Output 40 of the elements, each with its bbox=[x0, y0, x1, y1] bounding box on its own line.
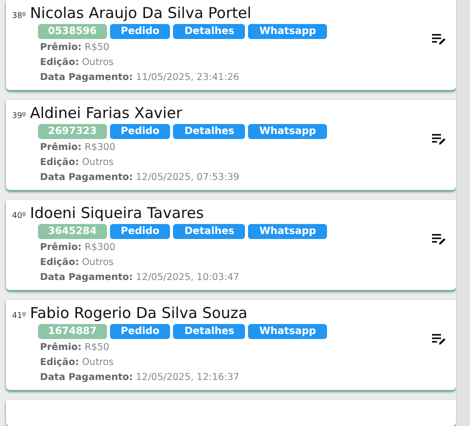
action-button[interactable]: Detalhes bbox=[173, 224, 246, 239]
info-line: Prêmio: R$50 bbox=[40, 41, 110, 54]
info-line: Edição: Outros bbox=[40, 156, 115, 169]
code-badge: 3645284 bbox=[38, 224, 107, 239]
info-line: Prêmio: R$300 bbox=[40, 241, 116, 254]
edit-list-icon[interactable] bbox=[432, 334, 446, 345]
action-button[interactable]: Whatsapp bbox=[248, 24, 328, 39]
info-line: Data Pagamento: 12/05/2025, 12:16:37 bbox=[40, 371, 240, 384]
info-line: Prêmio: R$300 bbox=[40, 141, 116, 154]
entry-name: Nicolas Araujo Da Silva Portel bbox=[30, 4, 252, 22]
info-line: Data Pagamento: 12/05/2025, 10:03:47 bbox=[40, 271, 240, 284]
action-button[interactable]: Pedido bbox=[110, 124, 170, 139]
action-button[interactable]: Pedido bbox=[110, 224, 170, 239]
info-line: Prêmio: R$50 bbox=[40, 341, 110, 354]
edit-list-icon[interactable] bbox=[432, 134, 446, 145]
info-line: Edição: Outros bbox=[40, 356, 115, 369]
info-line: Data Pagamento: 12/05/2025, 07:53:39 bbox=[40, 171, 240, 184]
code-badge: 2697323 bbox=[38, 124, 107, 139]
info-line: Edição: Outros bbox=[40, 56, 115, 69]
action-button[interactable]: Pedido bbox=[110, 24, 170, 39]
action-button[interactable]: Detalhes bbox=[173, 124, 246, 139]
action-button[interactable]: Whatsapp bbox=[248, 224, 328, 239]
action-button[interactable]: Whatsapp bbox=[248, 124, 328, 139]
rank-label: 40º bbox=[12, 211, 26, 220]
edit-list-icon[interactable] bbox=[432, 34, 446, 45]
info-line: Data Pagamento: 11/05/2025, 23:41:26 bbox=[40, 71, 240, 84]
action-button[interactable]: Detalhes bbox=[173, 324, 246, 339]
code-badge: 0538596 bbox=[38, 24, 107, 39]
rank-label: 39º bbox=[12, 111, 26, 120]
entry-name: Fabio Rogerio Da Silva Souza bbox=[30, 304, 248, 322]
entry-name: Idoeni Siqueira Tavares bbox=[30, 204, 204, 222]
rank-label: 38º bbox=[12, 11, 26, 20]
action-button[interactable]: Whatsapp bbox=[248, 324, 328, 339]
rank-label: 41º bbox=[12, 311, 26, 320]
entry-name: Aldinei Farias Xavier bbox=[30, 104, 182, 122]
edit-list-icon[interactable] bbox=[432, 234, 446, 245]
info-line: Edição: Outros bbox=[40, 256, 115, 269]
action-button[interactable]: Detalhes bbox=[173, 24, 246, 39]
code-badge: 1674887 bbox=[38, 324, 107, 339]
action-button[interactable]: Pedido bbox=[110, 324, 170, 339]
